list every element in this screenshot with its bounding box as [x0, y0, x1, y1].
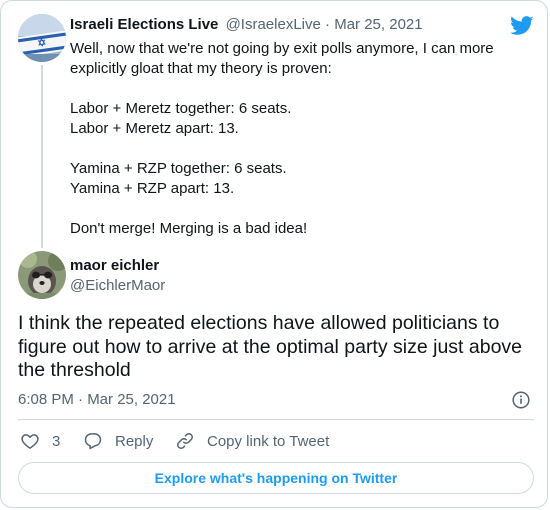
quoted-date[interactable]: Mar 25, 2021: [334, 16, 422, 33]
dog-photo-icon: [18, 251, 66, 299]
quoted-tweet-header: Israeli Elections Live @IsraelexLive · M…: [70, 16, 423, 33]
copy-link-button[interactable]: Copy link to Tweet: [175, 431, 329, 451]
author-display-name[interactable]: maor eichler: [70, 257, 159, 274]
thread-connector-line: [41, 65, 43, 248]
explore-twitter-button[interactable]: Explore what's happening on Twitter: [18, 462, 534, 494]
quoted-separator: ·: [320, 16, 335, 33]
embedded-tweet-card: Israeli Elections Live @IsraelexLive · M…: [0, 0, 548, 508]
quoted-tweet-text: Well, now that we're not going by exit p…: [70, 39, 520, 239]
israeli-flag-icon: [18, 14, 66, 62]
quoted-display-name[interactable]: Israeli Elections Live: [70, 16, 218, 33]
quoted-line: Yamina + RZP apart: 13.: [70, 180, 235, 197]
quoted-line: Don't merge! Merging is a bad idea!: [70, 220, 308, 237]
quoted-line: Yamina + RZP together: 6 seats.: [70, 160, 287, 177]
heart-icon: [21, 434, 39, 449]
reply-button[interactable]: Reply: [83, 431, 153, 451]
reply-bubble-icon: [84, 433, 102, 450]
tweet-text: I think the repeated elections have allo…: [18, 312, 523, 381]
tweet-timestamp[interactable]: 6:08 PM · Mar 25, 2021: [18, 391, 176, 408]
author-handle[interactable]: @EichlerMaor: [70, 277, 165, 294]
quoted-line: Labor + Meretz together: 6 seats.: [70, 100, 292, 117]
divider: [18, 419, 534, 420]
info-icon[interactable]: [512, 391, 530, 409]
quoted-line: Well, now that we're not going by exit p…: [70, 40, 494, 77]
like-count: 3: [52, 432, 61, 450]
quoted-line: Labor + Meretz apart: 13.: [70, 120, 239, 137]
link-icon: [177, 433, 193, 449]
copy-link-label: Copy link to Tweet: [207, 432, 330, 450]
reply-label: Reply: [115, 432, 154, 450]
maor-eichler-avatar[interactable]: [18, 251, 66, 299]
quoted-handle[interactable]: @IsraelexLive: [226, 16, 321, 33]
twitter-bird-icon[interactable]: [510, 16, 534, 36]
like-button[interactable]: 3: [20, 431, 60, 451]
israeli-elections-avatar[interactable]: [18, 14, 66, 62]
